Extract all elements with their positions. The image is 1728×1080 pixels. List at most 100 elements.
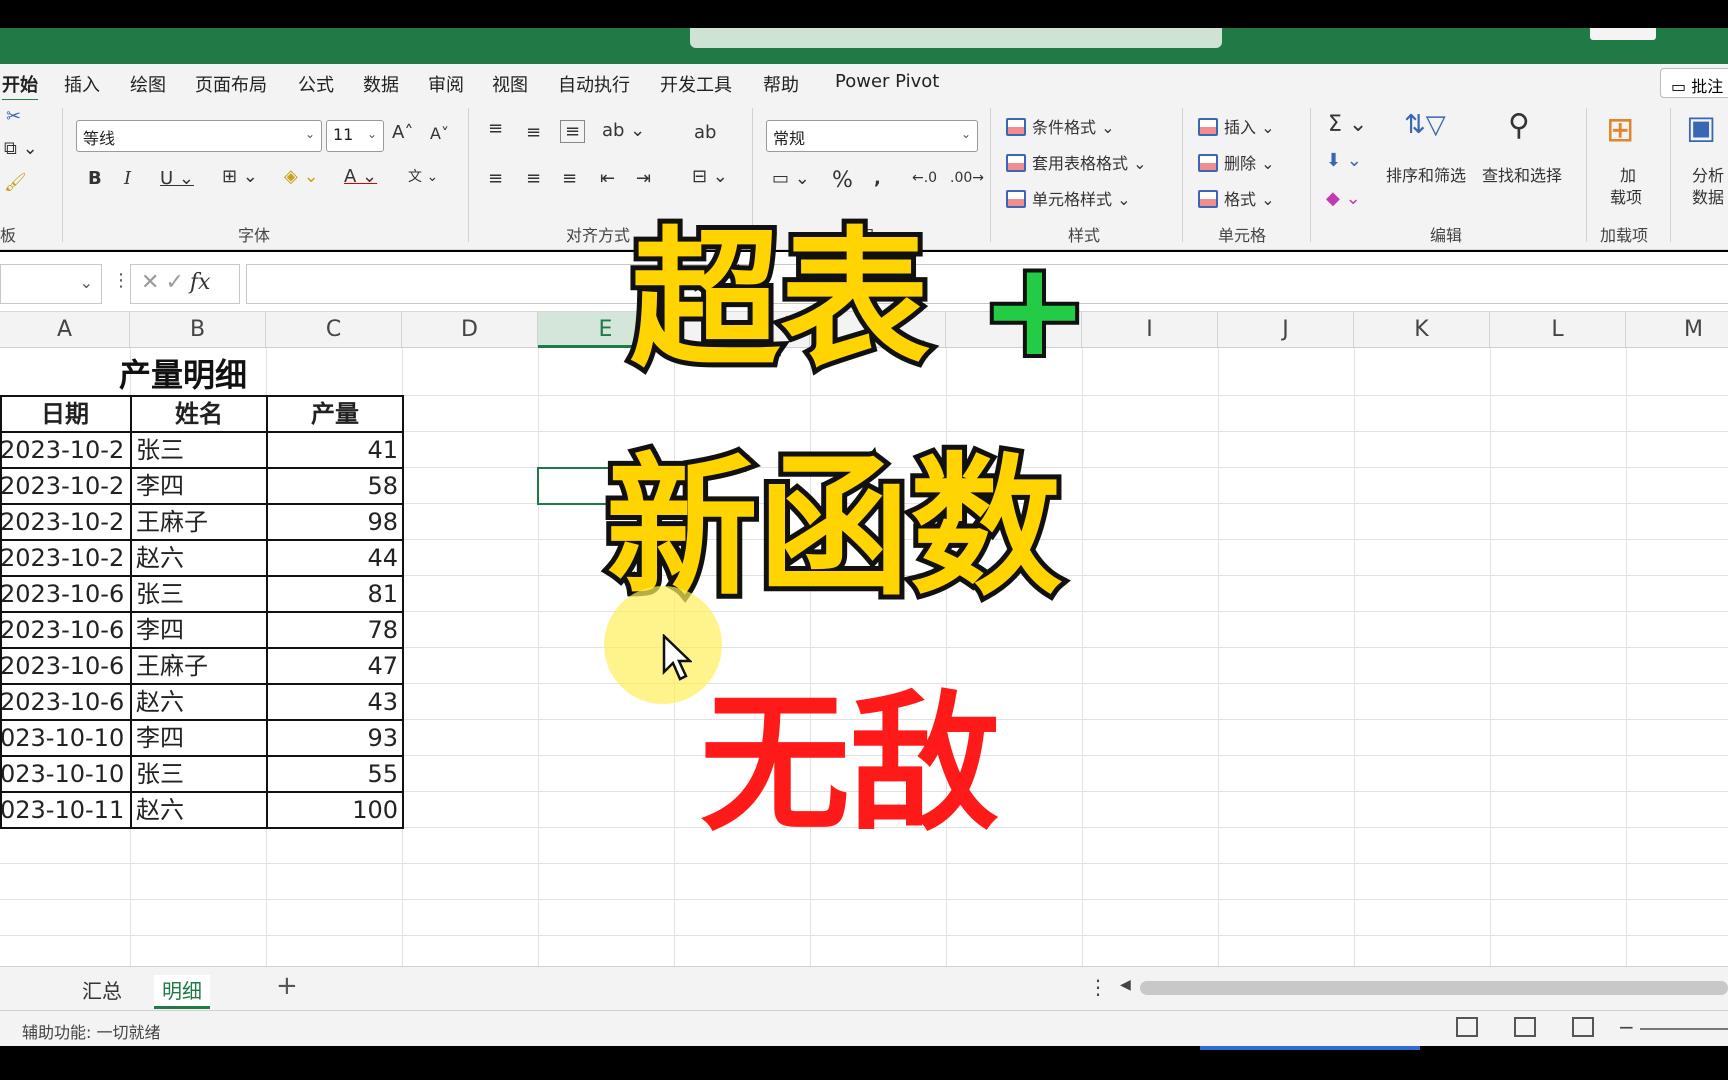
cell-date[interactable]: 2023-10-6	[0, 684, 130, 720]
cell-output[interactable]: 58	[268, 468, 398, 504]
column-header-i[interactable]: I	[1082, 312, 1218, 348]
decrease-font-icon[interactable]: A˅	[430, 124, 449, 143]
fill-color-icon[interactable]: ◈ ⌄	[284, 166, 319, 187]
name-box[interactable]: ⌄	[0, 264, 102, 304]
tab-automate[interactable]: 自动执行	[558, 71, 630, 97]
tab-draw[interactable]: 绘图	[130, 71, 166, 97]
enter-icon[interactable]: ✓	[165, 270, 189, 295]
delete-cells-button[interactable]: 删除 ⌄	[1198, 150, 1275, 174]
header-name[interactable]: 姓名	[132, 396, 266, 432]
cell-output[interactable]: 98	[268, 504, 398, 540]
zoom-slider[interactable]	[1640, 1028, 1728, 1030]
column-header-b[interactable]: B	[130, 312, 266, 348]
cell-name[interactable]: 张三	[136, 756, 264, 792]
search-box[interactable]	[690, 28, 1222, 48]
cell-output[interactable]: 41	[268, 432, 398, 468]
fill-icon[interactable]: ⬇ ⌄	[1326, 150, 1362, 171]
italic-icon[interactable]: I	[124, 168, 131, 189]
number-format-select[interactable]: 常规 ⌄	[766, 120, 978, 152]
cell-name[interactable]: 李四	[136, 468, 264, 504]
analyze-data-label-1[interactable]: 分析	[1692, 162, 1724, 186]
tab-view[interactable]: 视图	[492, 71, 528, 97]
tab-review[interactable]: 审阅	[428, 71, 464, 97]
cell-output[interactable]: 43	[268, 684, 398, 720]
column-header-l[interactable]: L	[1490, 312, 1626, 348]
cell-date[interactable]: 2023-10-2	[0, 540, 130, 576]
column-header-d[interactable]: D	[402, 312, 538, 348]
underline-icon[interactable]: U ⌄	[160, 168, 194, 189]
format-as-table-button[interactable]: 套用表格格式 ⌄	[1006, 150, 1147, 174]
tab-power-pivot[interactable]: Power Pivot	[835, 71, 939, 92]
format-cells-button[interactable]: 格式 ⌄	[1198, 186, 1275, 210]
header-output[interactable]: 产量	[268, 396, 402, 432]
merge-center-icon[interactable]: ⊟ ⌄	[692, 166, 728, 187]
sheet-tab-summary[interactable]: 汇总	[82, 975, 122, 1004]
decrease-indent-icon[interactable]: ⇤	[600, 168, 615, 189]
cell-date[interactable]: 023-10-10	[0, 756, 130, 792]
page-layout-view-icon[interactable]	[1514, 1017, 1536, 1037]
cell-date[interactable]: 2023-10-2	[0, 468, 130, 504]
cell-date[interactable]: 2023-10-6	[0, 612, 130, 648]
page-break-view-icon[interactable]	[1572, 1017, 1594, 1037]
analyze-data-icon[interactable]: ▣	[1686, 108, 1716, 146]
cell-name[interactable]: 赵六	[136, 792, 264, 828]
insert-function-icon[interactable]: fx	[190, 270, 211, 295]
find-select-icon[interactable]: ⚲	[1508, 108, 1530, 143]
column-header-k[interactable]: K	[1354, 312, 1490, 348]
sheet-tab-detail[interactable]: 明细	[154, 975, 210, 1009]
cell-name[interactable]: 李四	[136, 612, 264, 648]
worksheet-grid[interactable]: A B C D E I J K L M 产量明细 日期 姓名 产量 2023-1…	[0, 312, 1728, 966]
cell-output[interactable]: 81	[268, 576, 398, 612]
tab-data[interactable]: 数据	[363, 71, 399, 97]
cell-name[interactable]: 李四	[136, 720, 264, 756]
cell-date[interactable]: 023-10-11	[0, 792, 130, 828]
cell-name[interactable]: 张三	[136, 432, 264, 468]
cell-date[interactable]: 2023-10-2	[0, 504, 130, 540]
add-sheet-button[interactable]: +	[276, 971, 298, 1001]
cell-date[interactable]: 023-10-10	[0, 720, 130, 756]
accounting-format-icon[interactable]: ▭ ⌄	[772, 168, 810, 189]
tab-formulas[interactable]: 公式	[298, 71, 334, 97]
cell-date[interactable]: 2023-10-6	[0, 576, 130, 612]
scroll-left-icon[interactable]: ◀	[1120, 977, 1131, 993]
zoom-out-icon[interactable]: −	[1618, 1015, 1635, 1039]
cell-output[interactable]: 93	[268, 720, 398, 756]
increase-indent-icon[interactable]: ⇥	[636, 168, 651, 189]
decrease-decimal-icon[interactable]: .00→	[950, 170, 984, 186]
tab-developer[interactable]: 开发工具	[660, 71, 732, 97]
tab-help[interactable]: 帮助	[763, 71, 799, 97]
tab-page-layout[interactable]: 页面布局	[195, 71, 267, 97]
more-icon[interactable]: ⋮	[1088, 975, 1108, 999]
addins-icon[interactable]: ⊞	[1606, 110, 1635, 150]
percent-icon[interactable]: %	[832, 168, 853, 193]
cell-name[interactable]: 赵六	[136, 540, 264, 576]
normal-view-icon[interactable]	[1456, 1017, 1478, 1037]
phonetic-icon[interactable]: 文 ⌄	[408, 166, 438, 186]
format-painter-icon[interactable]: 🖌	[4, 172, 27, 193]
header-date[interactable]: 日期	[0, 396, 130, 432]
cut-icon[interactable]: ✂	[6, 106, 21, 127]
align-center-icon[interactable]: ≡	[526, 168, 541, 189]
tab-insert[interactable]: 插入	[64, 71, 100, 97]
column-header-j[interactable]: J	[1218, 312, 1354, 348]
cell-output[interactable]: 78	[268, 612, 398, 648]
comment-button[interactable]: ▭ 批注	[1660, 68, 1728, 98]
font-name-select[interactable]: 等线 ⌄	[76, 120, 322, 152]
addins-label-1[interactable]: 加	[1620, 162, 1636, 186]
cell-date[interactable]: 2023-10-6	[0, 648, 130, 684]
orientation-icon[interactable]: ab ⌄	[602, 120, 645, 141]
autosum-icon[interactable]: Σ ⌄	[1328, 112, 1367, 137]
align-bottom-icon[interactable]: ≡	[560, 120, 586, 143]
cell-name[interactable]: 张三	[136, 576, 264, 612]
column-header-m[interactable]: M	[1626, 312, 1728, 348]
cell-name[interactable]: 王麻子	[136, 504, 264, 540]
bold-icon[interactable]: B	[88, 168, 102, 189]
conditional-formatting-button[interactable]: 条件格式 ⌄	[1006, 114, 1115, 138]
find-select-button[interactable]: 查找和选择	[1482, 162, 1562, 186]
font-size-select[interactable]: 11 ⌄	[326, 120, 384, 152]
sort-filter-button[interactable]: 排序和筛选	[1386, 162, 1466, 186]
column-header-a[interactable]: A	[0, 312, 130, 348]
cell-output[interactable]: 44	[268, 540, 398, 576]
cell-output[interactable]: 47	[268, 648, 398, 684]
copy-icon[interactable]: ⧉ ⌄	[4, 138, 38, 159]
